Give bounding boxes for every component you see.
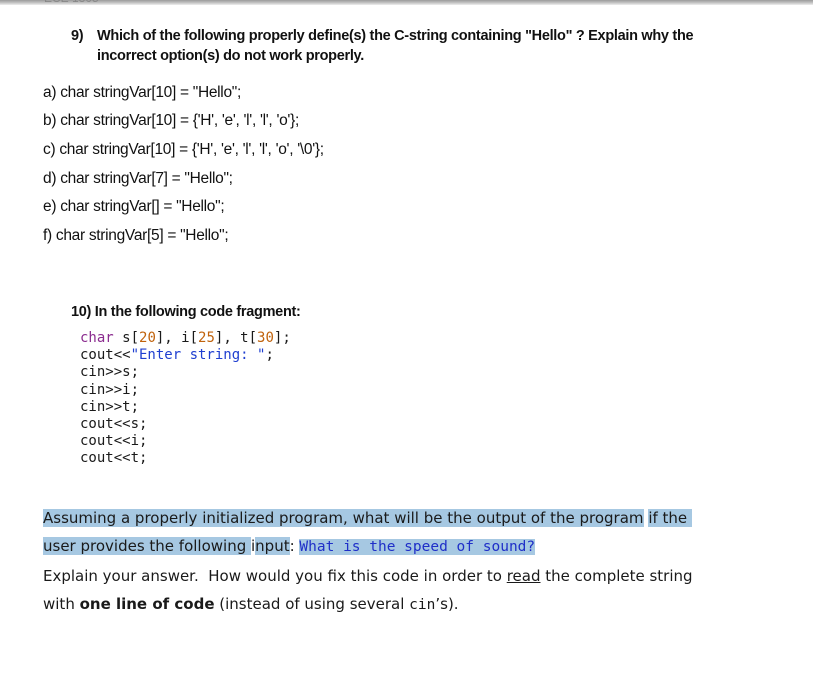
page-top-edge bbox=[0, 0, 813, 5]
selected-text[interactable]: hat will be the bbox=[364, 509, 477, 527]
paragraph-line-3: Explain your answer. How would you fix t… bbox=[43, 567, 693, 585]
code-line: cout<<i; bbox=[80, 433, 148, 450]
question-9-text: Which of the following properly define(s… bbox=[97, 26, 777, 66]
bold-phrase: one line of code bbox=[79, 595, 215, 613]
user-input-text[interactable]: What is the speed of bbox=[299, 539, 483, 555]
code-line: cin>>i; bbox=[80, 381, 140, 398]
selected-text[interactable]: Assuming a properly initialized program,… bbox=[43, 509, 365, 527]
selected-text[interactable]: nput bbox=[255, 537, 290, 555]
question-9-line-2: incorrect option(s) do not work properly… bbox=[97, 48, 364, 64]
option-f: f) char stringVar[5] = "Hello"; bbox=[43, 227, 229, 244]
code-number: 20 bbox=[139, 330, 156, 346]
code-string: "Enter string: " bbox=[130, 347, 266, 364]
paragraph-line-4: with one line of code (instead of using … bbox=[43, 595, 459, 613]
question-9-line-1: Which of the following properly define(s… bbox=[97, 28, 694, 44]
selected-text[interactable]: if the bbox=[648, 509, 692, 527]
code-line: cout<<t; bbox=[80, 450, 148, 467]
question-number: 9) bbox=[71, 28, 84, 44]
code-fragment: char s[20], i[25], t[30]; cout<<"Enter st… bbox=[80, 330, 291, 468]
code-line: cin>>t; bbox=[80, 398, 140, 415]
code-number: 30 bbox=[257, 330, 274, 346]
option-c: c) char stringVar[10] = {'H', 'e', 'l', … bbox=[43, 141, 324, 158]
option-b: b) char stringVar[10] = {'H', 'e', 'l', … bbox=[43, 112, 299, 129]
code-line: cout<<"Enter string: "; bbox=[80, 347, 274, 364]
page-header-cut: ECE 1305 bbox=[44, 0, 99, 5]
code-line: cout<<s; bbox=[80, 416, 148, 433]
code-keyword: char bbox=[80, 330, 114, 346]
paragraph-line-2: user provides the following input: What … bbox=[43, 537, 536, 555]
question-10-heading: 10) In the following code fragment: bbox=[71, 304, 301, 320]
code-number: 25 bbox=[198, 330, 215, 346]
inline-code: cin bbox=[409, 597, 436, 613]
selected-text[interactable]: user provides the following bbox=[43, 537, 251, 555]
option-d: d) char stringVar[7] = "Hello"; bbox=[43, 170, 233, 187]
underlined-word: read bbox=[506, 567, 541, 585]
option-e: e) char stringVar[] = "Hello"; bbox=[43, 198, 225, 215]
option-a: a) char stringVar[10] = "Hello"; bbox=[43, 84, 241, 101]
user-input-text[interactable]: sound? bbox=[482, 539, 536, 555]
selected-text[interactable]: output of the program bbox=[476, 509, 644, 527]
code-line: cin>>s; bbox=[80, 364, 140, 381]
code-line: char s[20], i[25], t[30]; bbox=[80, 330, 291, 346]
paragraph-line-1: Assuming a properly initialized program,… bbox=[43, 508, 692, 528]
